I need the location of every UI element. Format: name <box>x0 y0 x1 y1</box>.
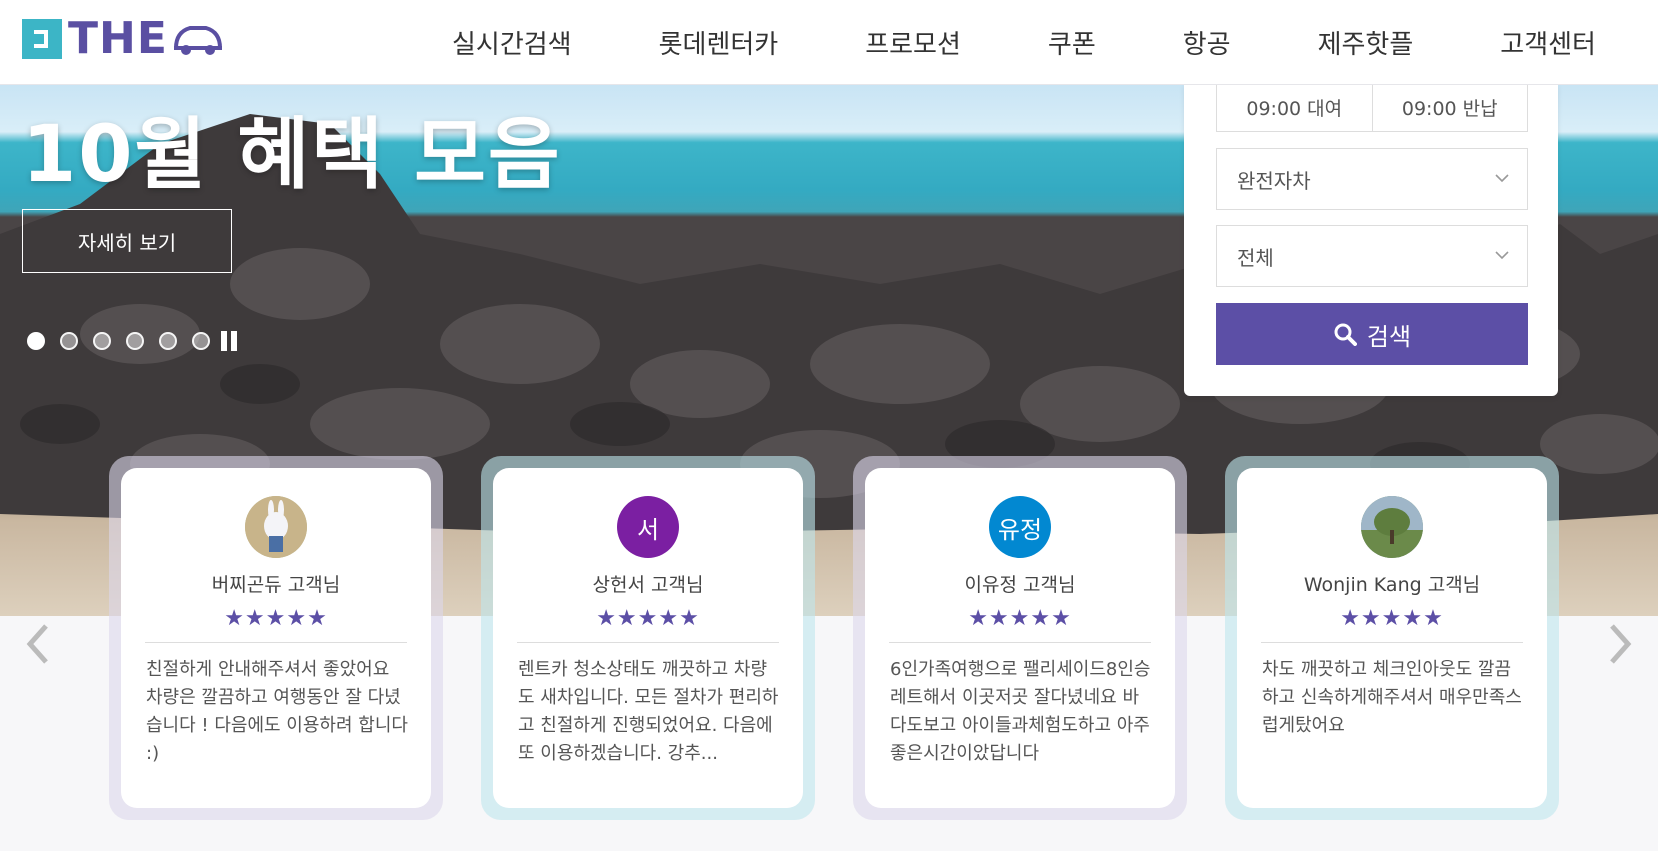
site-header: THE 실시간검색 롯데렌터카 프로모션 쿠폰 항공 제주핫플 고객센터 <box>0 0 1658 84</box>
slide-dot[interactable] <box>27 332 45 350</box>
review-text: 차도 깨끗하고 체크인아웃도 깔끔하고 신속하게해주셔서 매우만족스럽게탔어요 <box>1262 659 1522 736</box>
reviewer-name: Wonjin Kang 고객님 <box>1303 574 1481 596</box>
divider <box>1261 642 1523 643</box>
nav-promotion[interactable]: 프로모션 <box>865 24 961 61</box>
avatar <box>245 496 307 558</box>
search-button[interactable]: 검색 <box>1216 303 1528 365</box>
rent-time[interactable]: 09:00 대여 <box>1217 84 1372 131</box>
next-arrow-icon[interactable] <box>1606 622 1636 666</box>
logo[interactable]: THE <box>22 16 224 62</box>
star-rating: ★★★★★ <box>1340 606 1444 631</box>
chevron-down-icon <box>1495 174 1509 183</box>
car-icon <box>173 26 222 55</box>
chevron-down-icon <box>1495 251 1509 260</box>
insurance-select[interactable]: 완전자차 <box>1216 148 1528 210</box>
review-card[interactable]: 유정 이유정 고객님 ★★★★★ 6인가족여행으로 팰리세이드8인승 레트해서 … <box>853 456 1187 820</box>
nav-flight[interactable]: 항공 <box>1183 24 1231 61</box>
nav-coupon[interactable]: 쿠폰 <box>1048 24 1096 61</box>
more-button[interactable]: 자세히 보기 <box>22 209 232 273</box>
pause-icon[interactable] <box>221 331 237 351</box>
car-type-select[interactable]: 전체 <box>1216 225 1528 287</box>
return-time[interactable]: 09:00 반납 <box>1371 84 1528 131</box>
avatar <box>1361 496 1423 558</box>
slide-dot[interactable] <box>159 332 177 350</box>
star-rating: ★★★★★ <box>968 606 1072 631</box>
insurance-select-value: 완전자차 <box>1237 168 1311 193</box>
slide-dot[interactable] <box>60 332 78 350</box>
review-card[interactable]: 서 상헌서 고객님 ★★★★★ 렌트카 청소상태도 깨끗하고 차량도 새차입니다… <box>481 456 815 820</box>
search-icon <box>1334 323 1357 346</box>
reviewer-name: 버찌곤듀 고객님 <box>211 574 341 596</box>
nav-realtime-search[interactable]: 실시간검색 <box>452 24 572 61</box>
review-card[interactable]: Wonjin Kang 고객님 ★★★★★ 차도 깨끗하고 체크인아웃도 깔끔하… <box>1225 456 1559 820</box>
time-selector: 09:00 대여 09:00 반납 <box>1216 84 1528 132</box>
star-rating: ★★★★★ <box>224 606 328 631</box>
nav-jeju-hotplace[interactable]: 제주핫플 <box>1318 24 1414 61</box>
car-type-select-value: 전체 <box>1237 245 1274 270</box>
slide-dot[interactable] <box>126 332 144 350</box>
divider <box>145 642 407 643</box>
hero-title: 10월 혜택 모음 <box>22 110 562 200</box>
slide-dot[interactable] <box>93 332 111 350</box>
divider <box>517 642 779 643</box>
main-nav: 실시간검색 롯데렌터카 프로모션 쿠폰 항공 제주핫플 고객센터 <box>452 0 1596 84</box>
review-text: 친절하게 안내해주셔서 좋았어요 차량은 깔끔하고 여행동안 잘 다녔습니다 !… <box>146 659 408 764</box>
review-text: 6인가족여행으로 팰리세이드8인승 레트해서 이곳저곳 잘다녔네요 바다도보고 … <box>890 659 1151 764</box>
slide-dot[interactable] <box>192 332 210 350</box>
reviewer-name: 상헌서 고객님 <box>592 574 704 596</box>
search-button-label: 검색 <box>1366 322 1412 351</box>
reviewer-name: 이유정 고객님 <box>964 574 1076 596</box>
avatar: 서 <box>617 496 679 558</box>
review-card[interactable]: 버찌곤듀 고객님 ★★★★★ 친절하게 안내해주셔서 좋았어요 차량은 깔끔하고… <box>109 456 443 820</box>
review-text: 렌트카 청소상태도 깨끗하고 차량도 새차입니다. 모든 절차가 편리하고 친절… <box>518 659 779 764</box>
review-card-inner: 유정 이유정 고객님 ★★★★★ 6인가족여행으로 팰리세이드8인승 레트해서 … <box>865 468 1175 808</box>
prev-arrow-icon[interactable] <box>22 622 52 666</box>
logo-mark <box>22 19 62 59</box>
nav-lotte-rentacar[interactable]: 롯데렌터카 <box>659 24 779 61</box>
logo-text: THE <box>68 13 168 64</box>
star-rating: ★★★★★ <box>596 606 700 631</box>
divider <box>889 642 1151 643</box>
avatar: 유정 <box>989 496 1051 558</box>
review-card-inner: Wonjin Kang 고객님 ★★★★★ 차도 깨끗하고 체크인아웃도 깔끔하… <box>1237 468 1547 808</box>
rental-search-panel: 09:00 대여 09:00 반납 완전자차 전체 검색 <box>1184 84 1558 396</box>
avatar-image <box>245 496 307 558</box>
nav-customer-center[interactable]: 고객센터 <box>1500 24 1596 61</box>
review-card-inner: 서 상헌서 고객님 ★★★★★ 렌트카 청소상태도 깨끗하고 차량도 새차입니다… <box>493 468 803 808</box>
review-card-inner: 버찌곤듀 고객님 ★★★★★ 친절하게 안내해주셔서 좋았어요 차량은 깔끔하고… <box>121 468 431 808</box>
slide-indicators <box>27 331 237 351</box>
avatar-image <box>1361 496 1423 558</box>
